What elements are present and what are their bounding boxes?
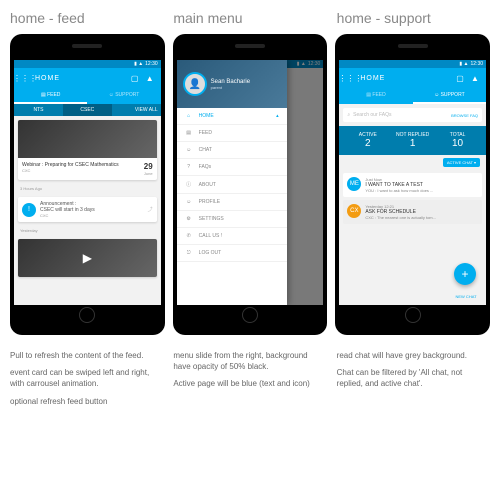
drawer-overlay[interactable] <box>287 60 324 305</box>
menu-icon[interactable]: ⋮⋮⋮ <box>345 73 355 83</box>
feed-icon: ▤ <box>185 130 193 136</box>
feed-subtabs: NTS CSEC VIEW ALL <box>14 104 161 116</box>
time-3h: 3 Hours Ago <box>14 184 161 193</box>
page-title: HOME <box>35 75 125 82</box>
phone-icon: ✆ <box>185 233 193 239</box>
menu-faqs[interactable]: ?FAQs <box>177 159 287 176</box>
tab-feed[interactable]: ▤ FEED <box>339 88 412 104</box>
menu-chat[interactable]: ☺CHAT <box>177 142 287 159</box>
chat-filter[interactable]: ACTIVE CHAT ▾ <box>443 158 480 167</box>
menu-settings[interactable]: ⚙SETTINGS <box>177 211 287 228</box>
stat-notreplied[interactable]: NOT REPLIED1 <box>390 132 435 149</box>
webinar-org: CXC <box>22 168 144 173</box>
subtab-nts[interactable]: NTS <box>14 104 63 116</box>
drawer-header: 👤 Sean Bacharie parent <box>177 60 287 108</box>
home-tabs: ▤ FEED ☺ SUPPORT <box>14 88 161 104</box>
fab-label: NEW CHAT <box>446 294 486 299</box>
chat-icon: ☺ <box>185 147 193 153</box>
chat-icon[interactable]: ▢ <box>130 73 140 83</box>
phone-feed: ▮ ▲12:30 ⋮⋮⋮ HOME ▢ ▲ ▤ FEED ☺ SUPPORT N… <box>10 34 165 335</box>
profile-icon: ☺ <box>185 199 193 205</box>
screen-title-feed: home - feed <box>10 10 163 26</box>
search-icon: ⌕ <box>347 112 350 118</box>
tab-support[interactable]: ☺ SUPPORT <box>87 88 160 104</box>
settings-icon: ⚙ <box>185 216 193 222</box>
desc-menu: menu slide from the right, background ha… <box>173 350 326 413</box>
webinar-date-month: June <box>144 171 153 176</box>
menu-home[interactable]: ⌂HOME▴ <box>177 108 287 125</box>
stat-total[interactable]: TOTAL10 <box>435 132 480 149</box>
page-title: HOME <box>360 75 450 82</box>
share-icon[interactable]: ⤴ <box>148 206 153 213</box>
status-bar: ▮ ▲12:30 <box>14 60 161 68</box>
about-icon: ⓘ <box>185 181 193 188</box>
chat-stats: ACTIVE2 NOT REPLIED1 TOTAL10 <box>339 126 486 155</box>
chat-item-1[interactable]: CX Yesterday 12:21 ASK FOR SCHEDULE CXC … <box>343 200 482 224</box>
webinar-card[interactable]: Webinar : Preparing for CSEC Mathematics… <box>18 120 157 180</box>
webinar-date-day: 29 <box>144 162 153 171</box>
faq-search[interactable]: ⌕ Search our FAQs BROWSE FAQ <box>343 108 482 122</box>
user-name: Sean Bacharie <box>211 79 250 85</box>
video-card[interactable]: ▶ <box>18 239 157 277</box>
announcement-org: CXC <box>40 213 144 218</box>
time-yesterday: Yesterday <box>14 226 161 235</box>
tab-feed[interactable]: ▤ FEED <box>14 88 87 104</box>
home-icon: ⌂ <box>185 113 193 119</box>
faq-icon: ? <box>185 164 193 170</box>
announcement-icon: ! <box>22 203 36 217</box>
desc-feed: Pull to refresh the content of the feed.… <box>10 350 163 413</box>
phone-menu: ▮ ▲12:30 👤 Sean Bacharie parent ⌂HOME▴ ▤… <box>173 34 328 335</box>
user-role: parent <box>211 85 250 90</box>
chat-item-0[interactable]: ME Just Now I WANT TO TAKE A TEST YOU : … <box>343 173 482 197</box>
stat-active[interactable]: ACTIVE2 <box>345 132 390 149</box>
subtab-csec[interactable]: CSEC <box>63 104 112 116</box>
menu-feed[interactable]: ▤FEED <box>177 125 287 142</box>
screen-title-menu: main menu <box>173 10 326 26</box>
menu-profile[interactable]: ☺PROFILE <box>177 194 287 211</box>
logout-icon: ⎋ <box>185 250 193 256</box>
avatar[interactable]: 👤 <box>183 72 207 96</box>
chat-badge: CX <box>347 204 361 218</box>
menu-call[interactable]: ✆CALL US ! <box>177 228 287 245</box>
tab-support[interactable]: ☺ SUPPORT <box>413 88 486 104</box>
announcement-card[interactable]: ! Announcement : CSEC will start in 3 da… <box>18 197 157 222</box>
menu-about[interactable]: ⓘABOUT <box>177 176 287 194</box>
app-header: ⋮⋮⋮ HOME ▢ ▲ <box>14 68 161 88</box>
nav-drawer: 👤 Sean Bacharie parent ⌂HOME▴ ▤FEED ☺CHA… <box>177 60 287 305</box>
new-chat-fab[interactable]: + <box>454 263 476 285</box>
screen-title-support: home - support <box>337 10 490 26</box>
chat-badge: ME <box>347 177 361 191</box>
notification-icon[interactable]: ▲ <box>470 73 480 83</box>
webinar-image <box>18 120 157 158</box>
phone-support: ▮ ▲12:30 ⋮⋮⋮ HOME ▢ ▲ ▤ FEED ☺ SUPPORT ⌕… <box>335 34 490 335</box>
menu-logout[interactable]: ⎋LOG OUT <box>177 245 287 262</box>
menu-icon[interactable]: ⋮⋮⋮ <box>20 73 30 83</box>
notification-icon[interactable]: ▲ <box>145 73 155 83</box>
browse-faq-link[interactable]: BROWSE FAQ <box>451 113 478 118</box>
desc-support: read chat will have grey background.Chat… <box>337 350 490 413</box>
view-all-link[interactable]: VIEW ALL <box>112 104 161 116</box>
video-image: ▶ <box>18 239 157 277</box>
chat-icon[interactable]: ▢ <box>455 73 465 83</box>
